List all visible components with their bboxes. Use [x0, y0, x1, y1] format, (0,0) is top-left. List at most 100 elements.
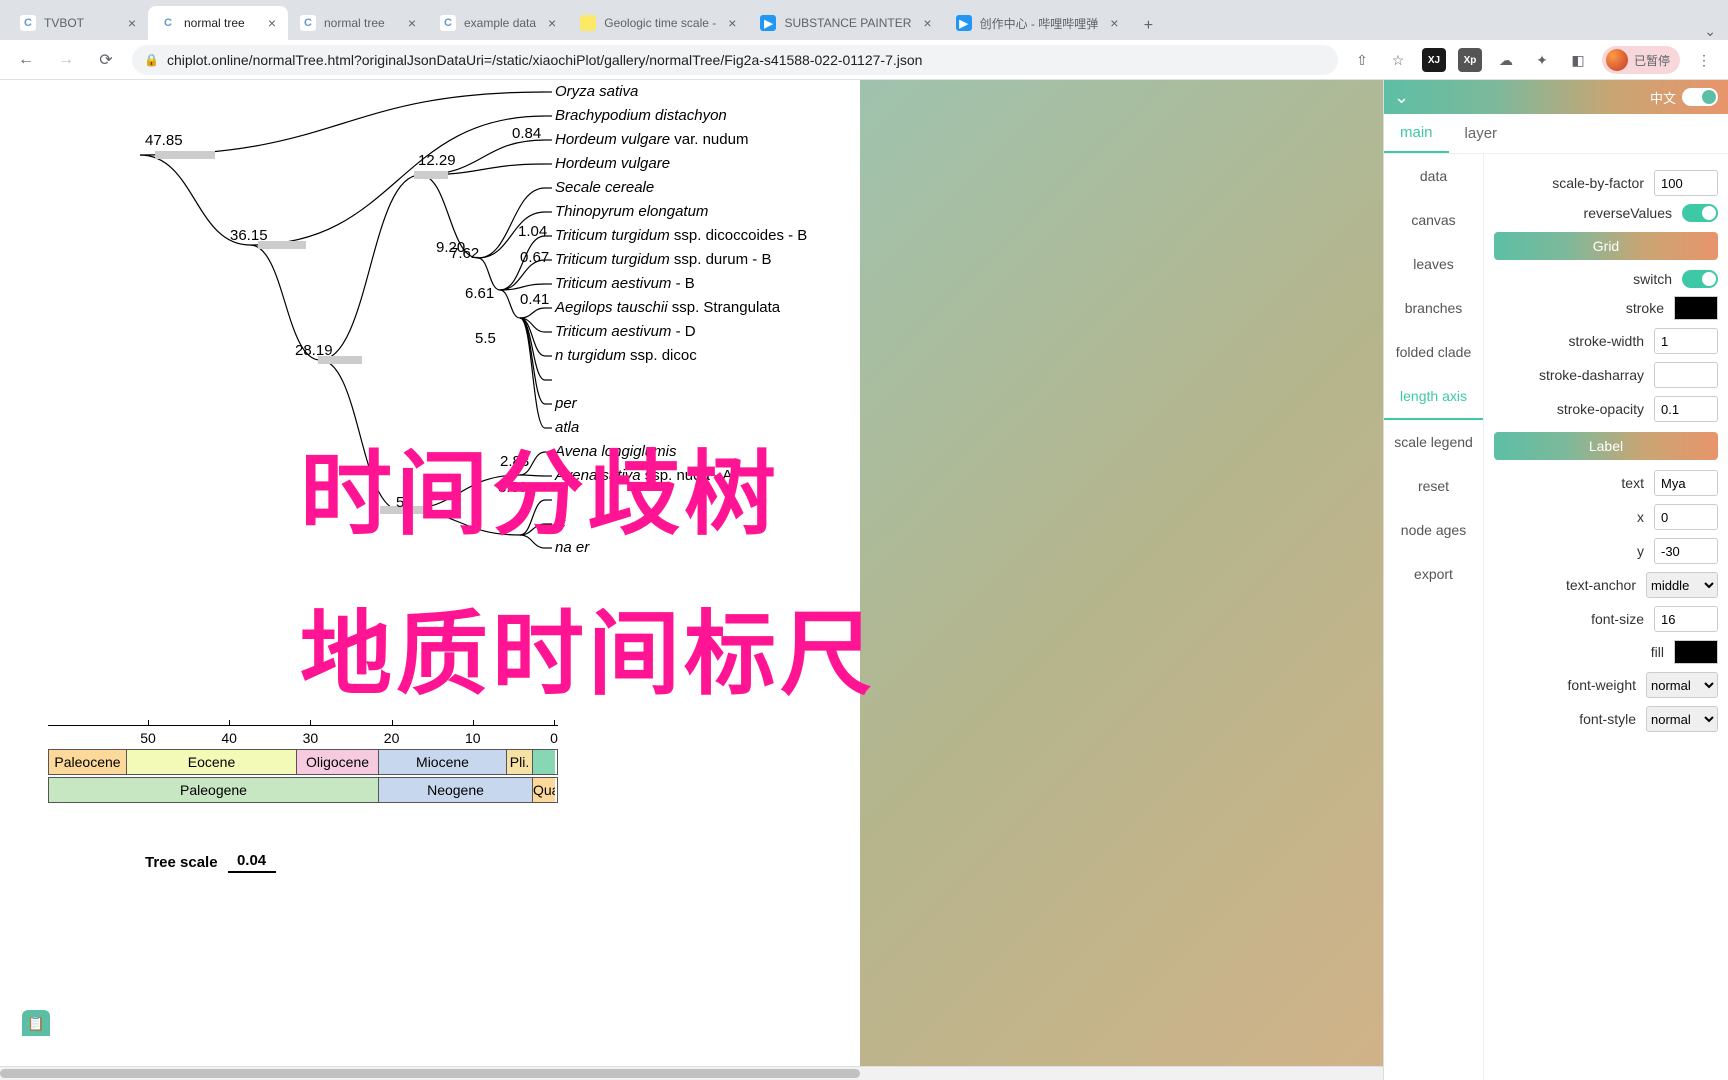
subnav-reset[interactable]: reset	[1384, 464, 1483, 508]
subnav-folded-clade[interactable]: folded clade	[1384, 330, 1483, 374]
font-style-label: font-style	[1579, 711, 1636, 727]
species-label: per	[554, 395, 578, 412]
extensions-puzzle-icon[interactable]: ✦	[1530, 48, 1554, 72]
label-text-input[interactable]	[1654, 470, 1718, 496]
subnav-canvas[interactable]: canvas	[1384, 198, 1483, 242]
axis-tick	[473, 720, 474, 726]
browser-tab[interactable]: ▶SUBSTANCE PAINTER×	[748, 6, 943, 40]
tree-scale-label: Tree scale	[145, 854, 218, 871]
bottom-left-tab[interactable]: 📋	[22, 1010, 50, 1036]
subnav-export[interactable]: export	[1384, 552, 1483, 596]
browser-tab[interactable]: Geologic time scale -×	[568, 6, 748, 40]
tab-title: example data	[464, 16, 536, 30]
subnav-scale-legend[interactable]: scale legend	[1384, 420, 1483, 464]
text-anchor-select[interactable]: middle	[1646, 572, 1718, 598]
reload-button[interactable]: ⟳	[92, 46, 120, 74]
subnav-leaves[interactable]: leaves	[1384, 242, 1483, 286]
scale-by-factor-input[interactable]	[1654, 170, 1718, 196]
grid-stroke-width-input[interactable]	[1654, 328, 1718, 354]
browser-tab[interactable]: Cnormal tree×	[148, 6, 288, 40]
node-age-label: 0.41	[520, 291, 549, 308]
canvas-bg-gradient	[860, 80, 1383, 1080]
extension-icon-2[interactable]: Xp	[1458, 48, 1482, 72]
url-input[interactable]: 🔒 chiplot.online/normalTree.html?origina…	[132, 45, 1338, 75]
label-y-input[interactable]	[1654, 538, 1718, 564]
extension-icon-1[interactable]: XJ	[1422, 48, 1446, 72]
tab-list-icon[interactable]: ⌄	[1704, 23, 1716, 40]
forward-button[interactable]: →	[52, 46, 80, 74]
timescale-epochs: PaleoceneEoceneOligoceneMiocenePli.	[48, 749, 558, 775]
reverse-values-toggle[interactable]	[1682, 204, 1718, 222]
side-panel: ⌄ 中文 main layer datacanvasleavesbranches…	[1383, 80, 1728, 1080]
period-cell: Qua.	[533, 778, 555, 802]
tab-title: normal tree	[324, 16, 396, 30]
timescale-periods: PaleogeneNeogeneQua.	[48, 777, 558, 803]
tree-scale-value: 0.04	[237, 852, 266, 869]
share-icon[interactable]: ⇧	[1350, 48, 1374, 72]
favicon: C	[20, 15, 36, 31]
grid-switch-toggle[interactable]	[1682, 270, 1718, 288]
kebab-menu-icon[interactable]: ⋮	[1692, 48, 1716, 72]
close-icon[interactable]: ×	[408, 15, 416, 31]
extension-icon-3[interactable]: ☁	[1494, 48, 1518, 72]
node-age-label: 12.29	[418, 152, 456, 169]
species-label: Avena sativa ssp. nuda - A	[554, 467, 732, 484]
browser-tab[interactable]: Cnormal tree×	[288, 6, 428, 40]
grid-opacity-input[interactable]	[1654, 396, 1718, 422]
chevron-down-icon[interactable]: ⌄	[1394, 87, 1409, 108]
species-label: Thinopyrum elongatum	[555, 203, 708, 220]
epoch-cell: Pli.	[507, 750, 533, 774]
horizontal-scrollbar[interactable]	[0, 1066, 1383, 1080]
lang-toggle[interactable]	[1682, 88, 1718, 106]
close-icon[interactable]: ×	[728, 15, 736, 31]
grid-stroke-color[interactable]	[1674, 296, 1718, 320]
subnav-data[interactable]: data	[1384, 154, 1483, 198]
font-size-input[interactable]	[1654, 606, 1718, 632]
scale-by-factor-label: scale-by-factor	[1552, 175, 1644, 191]
species-label: Triticum aestivum - D	[555, 323, 696, 340]
grid-section-header: Grid	[1494, 232, 1718, 260]
bookmark-icon[interactable]: ☆	[1386, 48, 1410, 72]
node-age-label: 0.84	[512, 125, 541, 142]
node-age-label: 47.85	[145, 132, 183, 149]
close-icon[interactable]: ×	[128, 15, 136, 31]
font-style-select[interactable]: normal	[1646, 706, 1718, 732]
subnav-branches[interactable]: branches	[1384, 286, 1483, 330]
profile-button[interactable]: 已暂停	[1602, 46, 1680, 74]
font-weight-select[interactable]: normal	[1646, 672, 1718, 698]
close-icon[interactable]: ×	[548, 15, 556, 31]
back-button[interactable]: ←	[12, 46, 40, 74]
close-icon[interactable]: ×	[268, 15, 276, 31]
grid-stroke-width-label: stroke-width	[1569, 333, 1644, 349]
font-weight-label: font-weight	[1568, 677, 1636, 693]
tab-title: normal tree	[184, 16, 256, 30]
close-icon[interactable]: ×	[923, 15, 931, 31]
period-cell: Paleogene	[49, 778, 379, 802]
species-label: Secale cereale	[555, 179, 654, 196]
subnav-length-axis[interactable]: length axis	[1384, 374, 1483, 420]
close-icon[interactable]: ×	[1110, 15, 1118, 31]
canvas-area[interactable]: 47.8536.1528.1912.299.207.626.615.52.833…	[0, 80, 1383, 1080]
side-panel-icon[interactable]: ◧	[1566, 48, 1590, 72]
grid-dasharray-label: stroke-dasharray	[1539, 367, 1644, 383]
text-anchor-label: text-anchor	[1566, 577, 1636, 593]
label-x-input[interactable]	[1654, 504, 1718, 530]
epoch-cell	[533, 750, 555, 774]
lock-icon: 🔒	[144, 53, 159, 67]
browser-tab[interactable]: ▶创作中心 - 哔哩哔哩弹×	[944, 6, 1131, 40]
panel-tabs: main layer	[1384, 114, 1728, 154]
tree-scale-bar	[228, 871, 276, 873]
timescale-axis: 50403020100	[48, 725, 558, 747]
species-label: Avena longiglumis	[554, 443, 677, 460]
new-tab-button[interactable]: +	[1134, 12, 1162, 40]
tab-layer[interactable]: layer	[1449, 114, 1514, 153]
node-age-label: 6.61	[465, 285, 494, 302]
axis-tick-label: 10	[465, 730, 481, 746]
epoch-cell: Eocene	[127, 750, 297, 774]
subnav-node-ages[interactable]: node ages	[1384, 508, 1483, 552]
browser-tab[interactable]: CTVBOT×	[8, 6, 148, 40]
tab-main[interactable]: main	[1384, 114, 1449, 153]
browser-tab[interactable]: Cexample data×	[428, 6, 568, 40]
fill-color[interactable]	[1674, 640, 1718, 664]
grid-dasharray-input[interactable]	[1654, 362, 1718, 388]
